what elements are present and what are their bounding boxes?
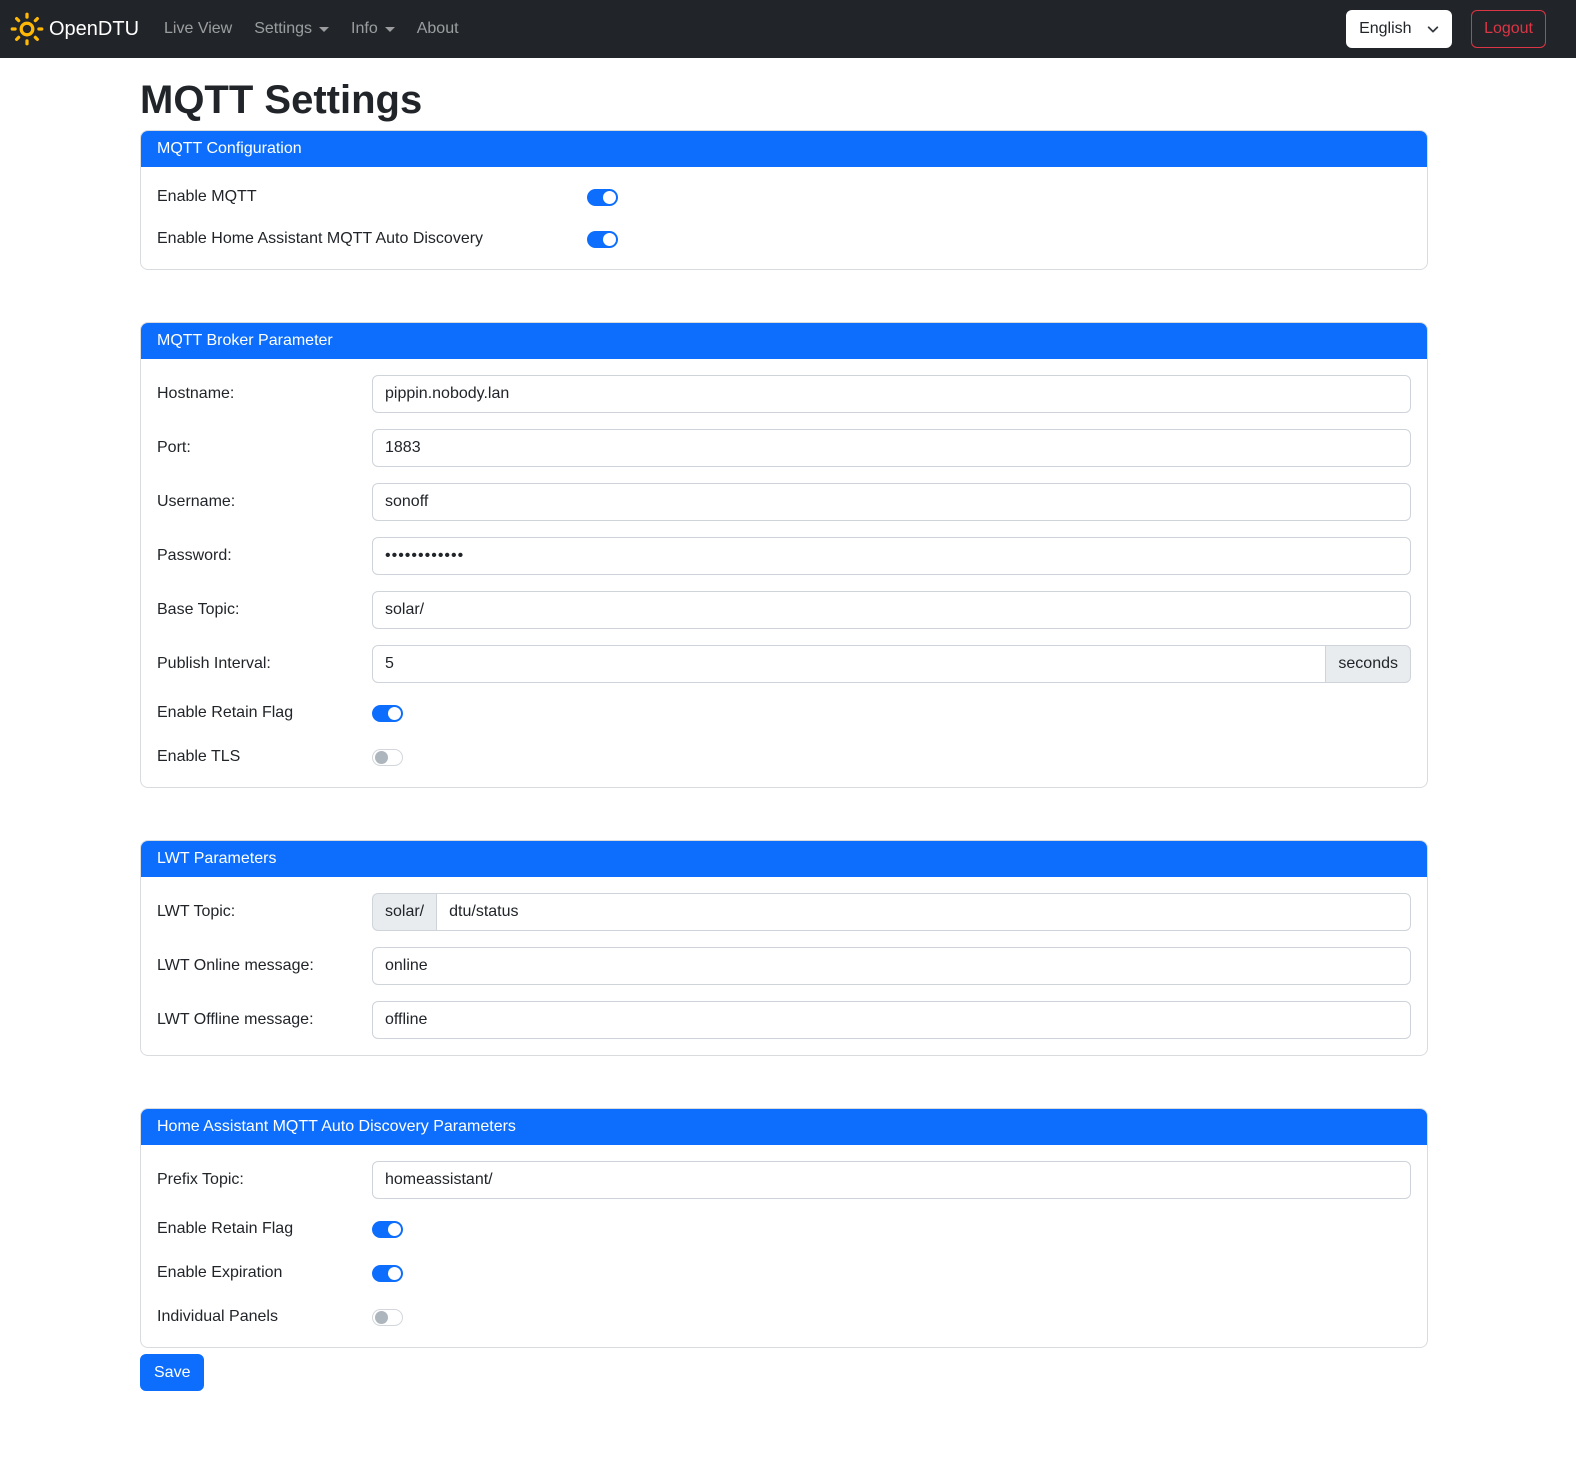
- lwt-topic-prefix: solar/: [372, 893, 436, 931]
- form-row-broker-retain: Enable Retain Flag: [157, 699, 1411, 727]
- username-control: [372, 483, 1411, 521]
- password-label: Password:: [157, 547, 372, 565]
- card-body: Enable MQTT Enable Home Assistant MQTT A…: [141, 167, 1427, 269]
- nav-link-label: Info: [351, 20, 378, 38]
- enable-ha-discovery-toggle[interactable]: [587, 231, 618, 248]
- port-label: Port:: [157, 439, 372, 457]
- publish-interval-label: Publish Interval:: [157, 655, 372, 673]
- form-row-hass-retain: Enable Retain Flag: [157, 1215, 1411, 1243]
- base-topic-input[interactable]: [372, 591, 1411, 629]
- logout-button[interactable]: Logout: [1471, 10, 1546, 48]
- form-row-lwt-offline: LWT Offline message:: [157, 1001, 1411, 1039]
- card-mqtt-configuration: MQTT Configuration Enable MQTT Enable Ho…: [140, 130, 1428, 270]
- form-row-enable-expiration: Enable Expiration: [157, 1259, 1411, 1287]
- hostname-control: [372, 375, 1411, 413]
- lwt-topic-input[interactable]: [436, 893, 1411, 931]
- nav-link-about[interactable]: About: [406, 12, 470, 46]
- card-header-ha-discovery-parameters: Home Assistant MQTT Auto Discovery Param…: [141, 1109, 1427, 1145]
- language-selected-value: English: [1359, 20, 1411, 38]
- prefix-topic-label: Prefix Topic:: [157, 1171, 372, 1189]
- prefix-topic-input[interactable]: [372, 1161, 1411, 1199]
- chevron-down-icon: [1426, 22, 1440, 36]
- hass-retain-toggle[interactable]: [372, 1221, 403, 1238]
- caret-down-icon: [385, 27, 395, 32]
- card-body: Hostname: Port: Username: Password:: [141, 359, 1427, 787]
- lwt-topic-control: solar/: [372, 893, 1411, 931]
- card-header-mqtt-configuration: MQTT Configuration: [141, 131, 1427, 167]
- enable-tls-label: Enable TLS: [157, 748, 372, 766]
- enable-tls-toggle[interactable]: [372, 749, 403, 766]
- publish-interval-input[interactable]: [372, 645, 1326, 683]
- broker-retain-label: Enable Retain Flag: [157, 704, 372, 722]
- navbar: OpenDTU Live View Settings Info About En…: [0, 0, 1576, 58]
- form-row-enable-ha-discovery: Enable Home Assistant MQTT Auto Discover…: [157, 225, 1411, 253]
- publish-interval-unit: seconds: [1326, 645, 1411, 683]
- form-row-lwt-topic: LWT Topic: solar/: [157, 893, 1411, 931]
- form-row-base-topic: Base Topic:: [157, 591, 1411, 629]
- individual-panels-toggle[interactable]: [372, 1309, 403, 1326]
- nav-link-label: Live View: [164, 20, 232, 38]
- enable-expiration-toggle[interactable]: [372, 1265, 403, 1282]
- navbar-right: English Logout: [1346, 10, 1546, 48]
- password-control: [372, 537, 1411, 575]
- page-title: MQTT Settings: [140, 78, 1428, 122]
- individual-panels-label: Individual Panels: [157, 1308, 372, 1326]
- nav-link-label: Settings: [254, 20, 312, 38]
- hostname-input[interactable]: [372, 375, 1411, 413]
- form-row-hostname: Hostname:: [157, 375, 1411, 413]
- card-header-lwt-parameters: LWT Parameters: [141, 841, 1427, 877]
- broker-retain-toggle[interactable]: [372, 705, 403, 722]
- form-row-publish-interval: Publish Interval: seconds: [157, 645, 1411, 683]
- form-row-enable-mqtt: Enable MQTT: [157, 183, 1411, 211]
- form-row-password: Password:: [157, 537, 1411, 575]
- port-input[interactable]: [372, 429, 1411, 467]
- username-label: Username:: [157, 493, 372, 511]
- lwt-offline-control: [372, 1001, 1411, 1039]
- form-row-enable-tls: Enable TLS: [157, 743, 1411, 771]
- enable-mqtt-label: Enable MQTT: [157, 188, 587, 206]
- form-row-individual-panels: Individual Panels: [157, 1303, 1411, 1331]
- base-topic-label: Base Topic:: [157, 601, 372, 619]
- card-header-mqtt-broker-parameter: MQTT Broker Parameter: [141, 323, 1427, 359]
- form-row-lwt-online: LWT Online message:: [157, 947, 1411, 985]
- password-input[interactable]: [372, 537, 1411, 575]
- lwt-topic-label: LWT Topic:: [157, 903, 372, 921]
- nav-links: Live View Settings Info About: [153, 12, 470, 46]
- lwt-online-control: [372, 947, 1411, 985]
- brand-link[interactable]: OpenDTU: [10, 12, 139, 46]
- base-topic-control: [372, 591, 1411, 629]
- nav-link-label: About: [417, 20, 459, 38]
- caret-down-icon: [319, 27, 329, 32]
- lwt-online-input[interactable]: [372, 947, 1411, 985]
- enable-mqtt-toggle[interactable]: [587, 189, 618, 206]
- hass-retain-label: Enable Retain Flag: [157, 1220, 372, 1238]
- form-row-prefix-topic: Prefix Topic:: [157, 1161, 1411, 1199]
- port-control: [372, 429, 1411, 467]
- username-input[interactable]: [372, 483, 1411, 521]
- form-row-port: Port:: [157, 429, 1411, 467]
- save-button[interactable]: Save: [140, 1354, 204, 1391]
- card-lwt-parameters: LWT Parameters LWT Topic: solar/ LWT Onl…: [140, 840, 1428, 1056]
- sun-logo-icon: [10, 12, 44, 46]
- card-body: Prefix Topic: Enable Retain Flag Enable …: [141, 1145, 1427, 1347]
- hostname-label: Hostname:: [157, 385, 372, 403]
- prefix-topic-control: [372, 1161, 1411, 1199]
- card-body: LWT Topic: solar/ LWT Online message: LW…: [141, 877, 1427, 1055]
- publish-interval-control: seconds: [372, 645, 1411, 683]
- card-ha-discovery-parameters: Home Assistant MQTT Auto Discovery Param…: [140, 1108, 1428, 1348]
- brand-label: OpenDTU: [49, 18, 139, 41]
- lwt-online-label: LWT Online message:: [157, 957, 372, 975]
- lwt-offline-input[interactable]: [372, 1001, 1411, 1039]
- lwt-offline-label: LWT Offline message:: [157, 1011, 372, 1029]
- form-row-username: Username:: [157, 483, 1411, 521]
- nav-link-info[interactable]: Info: [340, 12, 406, 46]
- nav-link-live-view[interactable]: Live View: [153, 12, 243, 46]
- language-select[interactable]: English: [1346, 10, 1452, 48]
- enable-ha-discovery-label: Enable Home Assistant MQTT Auto Discover…: [157, 230, 587, 248]
- enable-expiration-label: Enable Expiration: [157, 1264, 372, 1282]
- main-content: MQTT Settings MQTT Configuration Enable …: [140, 78, 1428, 1409]
- nav-link-settings[interactable]: Settings: [243, 12, 340, 46]
- card-mqtt-broker-parameter: MQTT Broker Parameter Hostname: Port: Us…: [140, 322, 1428, 788]
